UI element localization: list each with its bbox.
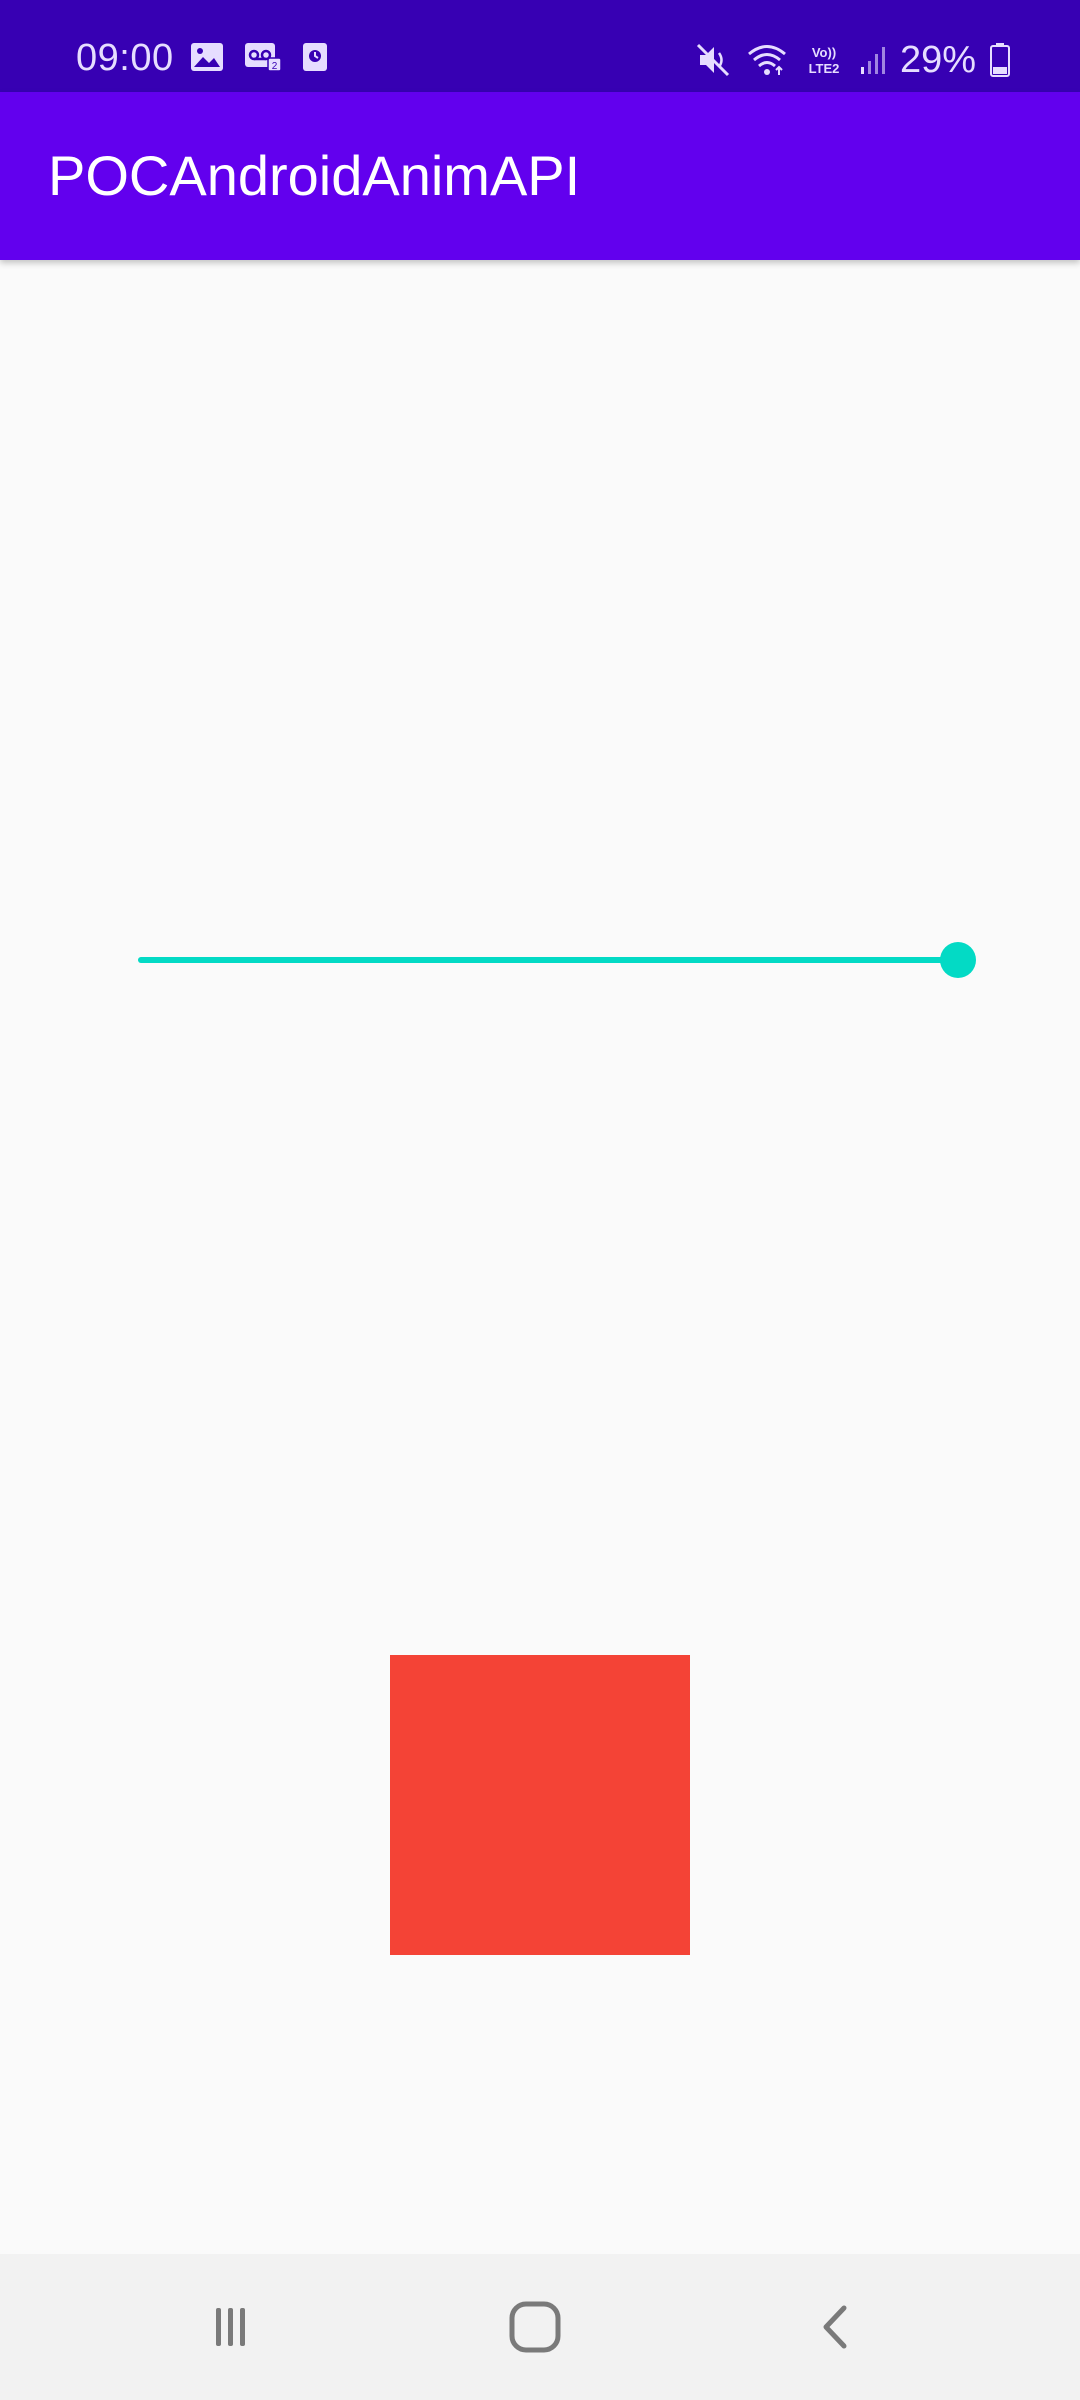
home-button[interactable]	[490, 2282, 580, 2372]
home-icon	[508, 2300, 562, 2354]
back-icon	[812, 2302, 862, 2352]
seek-slider[interactable]	[138, 930, 976, 990]
recents-icon	[206, 2302, 256, 2352]
animated-square	[390, 1655, 690, 1955]
status-bar: 09:00 2 Vo)) LTE2 29%	[0, 0, 1080, 92]
svg-text:LTE2: LTE2	[809, 61, 840, 76]
status-time: 09:00	[76, 37, 174, 79]
app-notification-icon	[302, 42, 328, 72]
battery-percent: 29%	[899, 39, 976, 81]
status-right: Vo)) LTE2 29%	[696, 36, 1010, 84]
recents-button[interactable]	[186, 2282, 276, 2372]
notification-icons: 2	[190, 42, 328, 72]
app-bar: POCAndroidAnimAPI	[0, 92, 1080, 260]
image-icon	[190, 42, 224, 72]
mute-icon	[696, 43, 732, 77]
network-type-icon: Vo)) LTE2	[802, 43, 846, 77]
svg-text:Vo)): Vo))	[812, 45, 836, 60]
wifi-icon	[746, 43, 788, 77]
signal-icon	[860, 45, 886, 75]
navigation-bar	[0, 2254, 1080, 2400]
voicemail-icon: 2	[244, 42, 282, 72]
back-button[interactable]	[792, 2282, 882, 2372]
app-title: POCAndroidAnimAPI	[48, 144, 581, 207]
screen: 09:00 2 Vo)) LTE2 29% POCAndroidAnimAPI	[0, 0, 1080, 2400]
battery-icon	[990, 43, 1010, 77]
svg-text:2: 2	[272, 61, 278, 72]
slider-fill	[138, 957, 958, 963]
slider-thumb[interactable]	[940, 942, 976, 978]
